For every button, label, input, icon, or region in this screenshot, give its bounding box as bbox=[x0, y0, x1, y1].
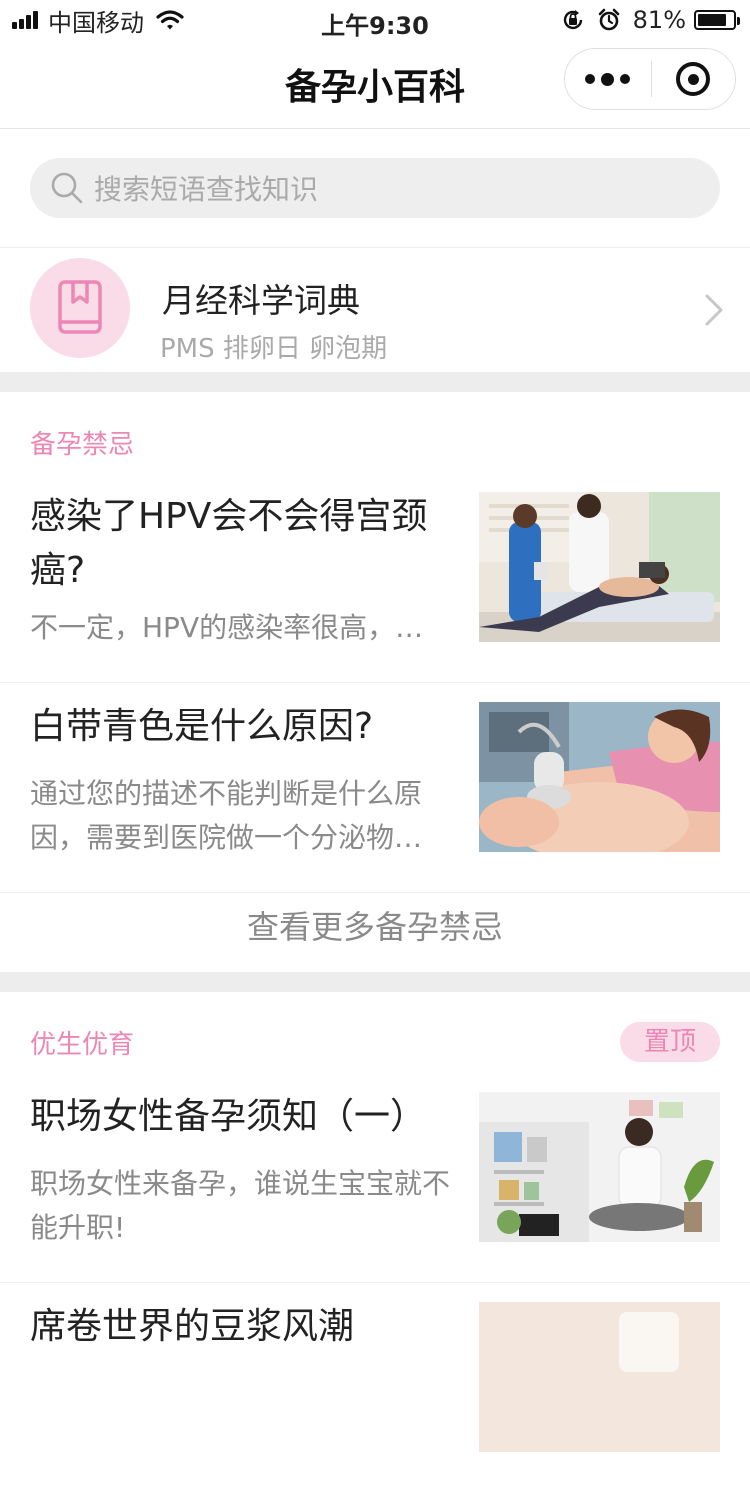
view-more-button[interactable]: 查看更多备孕禁忌 bbox=[0, 882, 750, 972]
search-input[interactable]: 搜索短语查找知识 bbox=[30, 158, 720, 218]
article-thumbnail bbox=[479, 1092, 720, 1242]
chevron-right-icon bbox=[705, 294, 723, 326]
article-title: 白带青色是什么原因? bbox=[30, 706, 374, 747]
status-bar: 中国移动 上午9:30 81% bbox=[0, 0, 750, 40]
article-desc: 不一定，HPV的感染率很高，… bbox=[30, 611, 424, 644]
target-icon bbox=[676, 62, 711, 96]
section-label: 备孕禁忌 bbox=[30, 430, 135, 460]
more-dot-icon bbox=[601, 72, 615, 86]
article-title: 感染了HPV会不会得宫颈癌? bbox=[30, 496, 428, 591]
article-desc: 职场女性来备孕，谁说生宝宝就不能升职! bbox=[30, 1167, 451, 1244]
book-avatar bbox=[30, 258, 130, 358]
article-thumbnail bbox=[479, 1302, 720, 1452]
nav-bar: 备孕小百科 bbox=[0, 40, 750, 129]
miniprogram-capsule bbox=[564, 48, 736, 110]
article-item[interactable]: 职场女性备孕须知（一） 职场女性来备孕，谁说生宝宝就不能升职! bbox=[0, 1072, 750, 1283]
article-thumbnail bbox=[479, 702, 720, 852]
section-label: 优生优育 bbox=[30, 1030, 135, 1060]
article-title: 席卷世界的豆浆风潮 bbox=[30, 1306, 355, 1347]
close-button[interactable] bbox=[652, 49, 736, 109]
book-icon bbox=[58, 280, 102, 334]
battery-icon bbox=[694, 10, 740, 30]
article-title: 职场女性备孕须知（一） bbox=[30, 1096, 427, 1137]
search-area: 搜索短语查找知识 bbox=[0, 128, 750, 248]
article-item[interactable]: 白带青色是什么原因? 通过您的描述不能判断是什么原因，需要到医院做一个分泌物… bbox=[0, 682, 750, 893]
pinned-badge: 置顶 bbox=[620, 1022, 720, 1062]
article-thumbnail bbox=[479, 492, 720, 642]
search-icon bbox=[51, 172, 83, 204]
article-item[interactable]: 感染了HPV会不会得宫颈癌? 不一定，HPV的感染率很高，… bbox=[0, 472, 750, 683]
dictionary-title: 月经科学词典 bbox=[162, 281, 360, 320]
article-desc: 通过您的描述不能判断是什么原因，需要到医院做一个分泌物… bbox=[30, 777, 423, 854]
alarm-icon bbox=[598, 8, 619, 31]
section-divider bbox=[0, 972, 750, 992]
orientation-lock-icon bbox=[563, 10, 582, 30]
more-dot-icon bbox=[585, 74, 596, 84]
more-dot-icon bbox=[620, 74, 631, 84]
battery-percent: 81% bbox=[632, 6, 686, 34]
section-divider bbox=[0, 372, 750, 392]
more-button[interactable] bbox=[565, 49, 651, 109]
dictionary-entry[interactable]: 月经科学词典 PMS 排卵日 卵泡期 bbox=[0, 248, 750, 372]
article-item[interactable]: 席卷世界的豆浆风潮 bbox=[0, 1282, 750, 1492]
search-placeholder: 搜索短语查找知识 bbox=[94, 173, 319, 206]
dictionary-subtitle: PMS 排卵日 卵泡期 bbox=[160, 334, 388, 364]
